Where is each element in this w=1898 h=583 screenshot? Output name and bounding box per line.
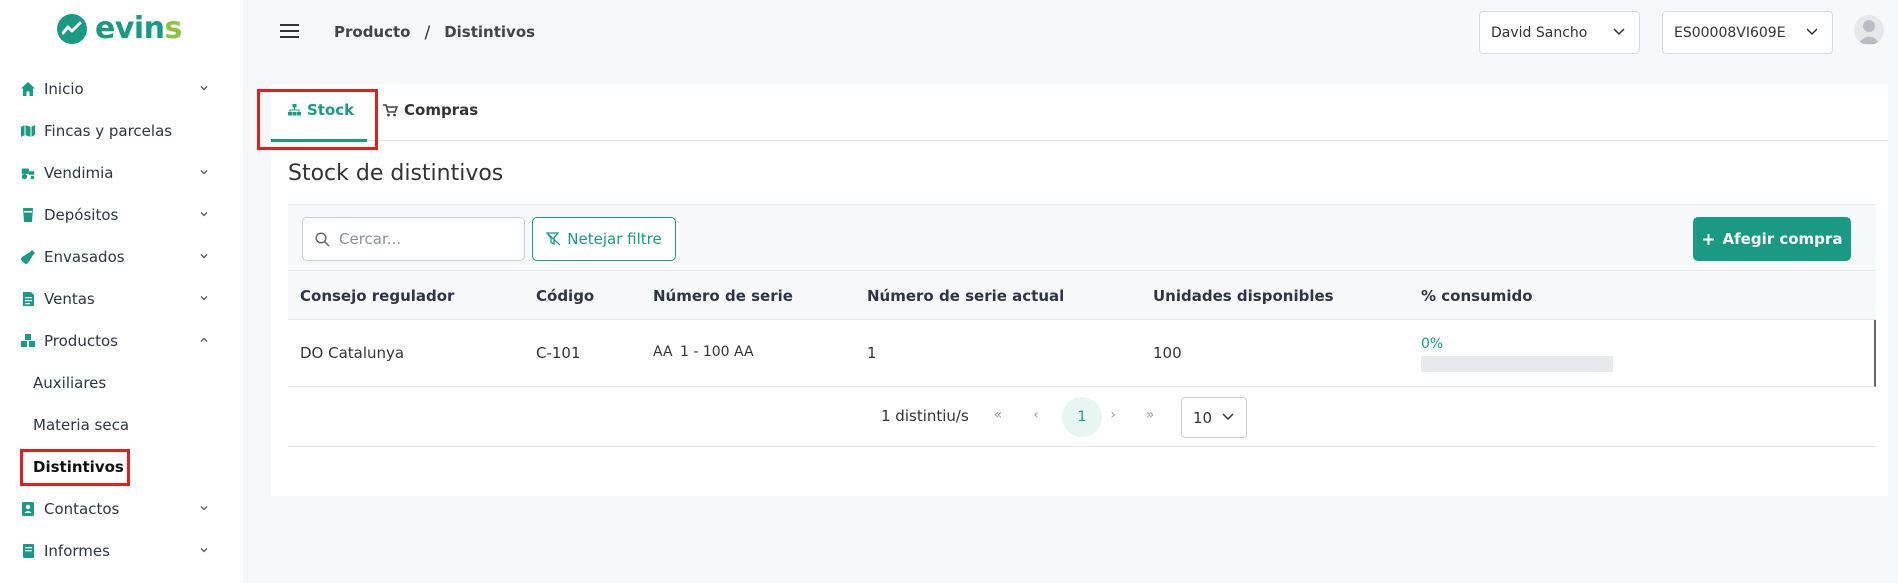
sidebar-item-fincas[interactable]: Fincas y parcelas [20,117,220,145]
sidebar-item-depositos[interactable]: Depósitos [20,201,220,229]
sidebar-item-label: Ventas [44,290,95,308]
sidebar-item-label: Contactos [44,500,120,518]
pagination: 1 distintiu/s « ‹ 1 › » 10 [288,387,1876,447]
next-page-button[interactable]: › [1103,407,1123,423]
tractor-icon [20,165,36,181]
sidebar-item-label: Fincas y parcelas [44,122,173,140]
chevron-down-icon [200,86,208,91]
sidebar-item-label: Productos [44,332,118,350]
add-purchase-label: Afegir compra [1722,230,1843,248]
contact-icon [20,501,36,517]
filter-clear-icon [546,232,561,246]
table-row[interactable]: DO Catalunya C-101 AA 1 - 100 AA 1 100 0… [288,320,1876,387]
cell-serie-range: 1 - 100 [680,344,730,360]
cell-consejo: DO Catalunya [300,344,405,362]
consumed-percent: 0% [1421,336,1444,352]
highlight-box [20,449,130,486]
hamburger-menu-icon[interactable] [280,24,299,38]
tab-label: Compras [404,101,479,119]
chevron-down-icon [200,506,208,511]
tab-compras[interactable]: Compras [383,101,478,119]
sidebar-item-vendimia[interactable]: Vendimia [20,159,220,187]
column-header[interactable]: Número de serie actual [867,287,1064,305]
last-page-button[interactable]: » [1140,407,1160,423]
bottle-icon [20,249,36,265]
sidebar-item-label: Depósitos [44,206,119,224]
cellar-select-value: ES00008VI609E [1674,24,1786,41]
table-header: Consejo regulador Código Número de serie… [288,270,1876,320]
sidebar-item-label: Informes [44,542,110,560]
sidebar-subitem-materia-seca[interactable]: Materia seca [33,412,129,438]
user-select[interactable]: David Sancho [1479,11,1640,54]
cell-serie-prefix: AA [653,344,673,360]
breadcrumb-item[interactable]: Producto [334,23,410,43]
cell-codigo: C-101 [536,344,581,362]
search-input[interactable] [339,230,509,248]
breadcrumb: Producto / Distintivos [334,23,535,43]
cell-serie-actual: 1 [867,344,877,362]
breadcrumb-separator: / [424,23,431,43]
chevron-down-icon [1613,28,1625,36]
sidebar: evins Inicio Fincas y parcelas Vendimia … [0,0,243,583]
chevron-down-icon [200,548,208,553]
main-card: Stock Compras Stock de distintivos Netej… [257,84,1888,496]
cellar-select[interactable]: ES00008VI609E [1662,11,1833,54]
column-header[interactable]: Número de serie [653,287,793,305]
clear-filter-label: Netejar filtre [567,230,662,248]
chevron-down-icon [1222,413,1234,421]
highlight-box [257,89,378,150]
cart-icon [383,103,398,116]
sidebar-subitem-auxiliares[interactable]: Auxiliares [33,370,106,396]
logo-mark-icon [57,14,87,44]
chevron-up-icon [200,337,208,342]
search-field[interactable] [302,217,525,261]
table-toolbar: Netejar filtre Afegir compra [288,204,1876,270]
sidebar-item-inicio[interactable]: Inicio [20,75,220,103]
sidebar-item-informes[interactable]: Informes [20,537,220,565]
plus-icon [1702,233,1714,245]
sidebar-item-label: Inicio [44,80,84,98]
boxes-icon [20,333,36,349]
add-purchase-button[interactable]: Afegir compra [1693,217,1851,261]
home-icon [20,81,36,97]
invoice-icon [20,291,36,307]
column-header[interactable]: % consumido [1421,287,1533,305]
tabs-bar: Stock Compras [271,84,1888,142]
page-button-current[interactable]: 1 [1062,397,1102,437]
logo-text: evins [95,11,182,46]
chevron-down-icon [200,254,208,259]
avatar-icon [1858,20,1880,44]
chevron-down-icon [200,170,208,175]
evins-logo[interactable]: evins [57,14,182,44]
sidebar-item-contactos[interactable]: Contactos [20,495,220,523]
chevron-down-icon [1806,28,1818,36]
sidebar-item-productos[interactable]: Productos [20,327,220,355]
first-page-button[interactable]: « [988,407,1008,423]
clear-filter-button[interactable]: Netejar filtre [532,217,676,261]
chevron-down-icon [200,296,208,301]
sidebar-item-ventas[interactable]: Ventas [20,285,220,313]
map-icon [20,123,36,139]
column-header[interactable]: Unidades disponibles [1153,287,1334,305]
column-header[interactable]: Código [536,287,594,305]
column-header[interactable]: Consejo regulador [300,287,454,305]
prev-page-button[interactable]: ‹ [1026,407,1046,423]
sidebar-item-label: Envasados [44,248,125,266]
page-size-select[interactable]: 10 [1181,397,1247,438]
book-icon [20,543,36,559]
page-size-value: 10 [1193,408,1213,427]
sidebar-item-envasados[interactable]: Envasados [20,243,220,271]
user-avatar[interactable] [1854,15,1884,45]
user-select-value: David Sancho [1491,24,1588,41]
consumed-progress-bar [1421,356,1613,372]
cell-unidades: 100 [1153,344,1182,362]
sidebar-item-label: Vendimia [44,164,114,182]
search-icon [315,232,330,247]
chevron-down-icon [200,212,208,217]
tank-icon [20,207,36,223]
cell-serie-suffix: AA [734,344,754,360]
page-title: Stock de distintivos [288,161,504,186]
result-count: 1 distintiu/s [881,407,969,425]
breadcrumb-item-current: Distintivos [444,23,536,41]
